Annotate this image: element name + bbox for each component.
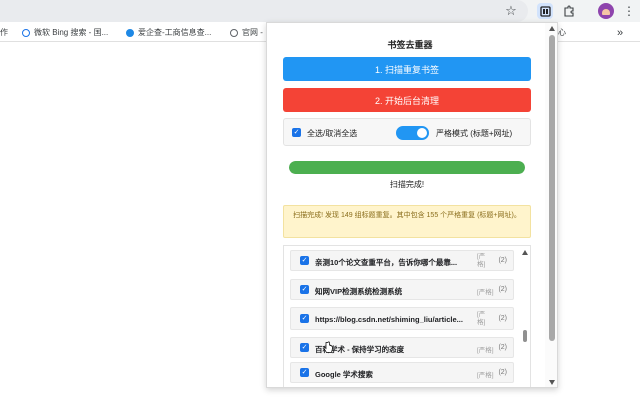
popup-title: 书签去重器 [387, 40, 433, 50]
strict-mode-label: 严格模式 (标题+网址) [436, 129, 513, 138]
item-title: 知网VIP检测系统检测系统 [315, 287, 403, 296]
item-title: Google 学术搜索 [315, 370, 373, 379]
screen: ☆ ⋮ 作 微软 Bing 搜索 - 国... 爱企查-工商信息查... 官网 … [0, 0, 640, 400]
bookmark-label: 官网 - [242, 28, 263, 37]
search-icon [22, 28, 30, 37]
scan-progress-bar [289, 161, 525, 174]
list-item[interactable]: ✓ 亲测10个论文查重平台，告诉你哪个最靠... [严格] (2) [290, 250, 514, 271]
item-strict-tag: [严格] [477, 253, 486, 268]
browser-toolbar: ☆ ⋮ [0, 0, 640, 22]
start-cleanup-button[interactable]: 2. 开始后台清理 [283, 88, 531, 112]
bookmark-item-bing[interactable]: 微软 Bing 搜索 - 国... [22, 26, 108, 39]
item-title: 百科学术 - 保持学习的态度 [315, 345, 405, 354]
popup-scrollbar[interactable] [545, 23, 557, 387]
item-strict-tag: [严格] [477, 372, 494, 379]
item-count: (2) [498, 286, 507, 293]
scan-duplicates-button[interactable]: 1. 扫描重复书签 [283, 57, 531, 81]
bookmark-item-official[interactable]: 官网 - [230, 26, 263, 39]
item-checkbox[interactable]: ✓ [300, 256, 309, 265]
scroll-down-arrow-icon[interactable] [549, 380, 555, 385]
list-item[interactable]: ✓ Google 学术搜索 [严格] (2) [290, 362, 514, 383]
profile-avatar[interactable] [598, 3, 614, 19]
bookmark-item[interactable]: 作 [0, 26, 8, 39]
extension-popup: 书签去重器 1. 扫描重复书签 2. 开始后台清理 ✓ 全选/取消全选 严格模式… [266, 22, 558, 388]
item-checkbox[interactable]: ✓ [300, 343, 309, 352]
bookmark-label: 微软 Bing 搜索 - 国... [34, 28, 109, 37]
scroll-up-arrow-icon[interactable] [522, 250, 528, 255]
toggle-knob [417, 128, 427, 138]
item-checkbox[interactable]: ✓ [300, 285, 309, 294]
scan-status-text: 扫描完成! [389, 180, 425, 189]
star-icon[interactable]: ☆ [503, 3, 519, 19]
select-all-checkbox[interactable]: ✓ [292, 128, 301, 137]
list-item[interactable]: ✓ 知网VIP检测系统检测系统 [严格] (2) [290, 279, 514, 300]
item-title: 亲测10个论文查重平台，告诉你哪个最靠... [315, 258, 458, 267]
scroll-up-arrow-icon[interactable] [549, 26, 555, 31]
item-count: (2) [498, 369, 507, 376]
options-panel: ✓ 全选/取消全选 严格模式 (标题+网址) [283, 118, 531, 146]
popup-scroll-thumb[interactable] [549, 35, 555, 341]
item-count: (2) [498, 257, 507, 264]
more-bookmarks-button[interactable]: » [617, 26, 623, 39]
list-scrollbar[interactable] [520, 246, 530, 387]
item-count: (2) [498, 344, 507, 351]
select-all-label: 全选/取消全选 [307, 129, 358, 138]
list-item[interactable]: ✓ https://blog.csdn.net/shiming_liu/arti… [290, 307, 514, 330]
item-count: (2) [498, 315, 507, 322]
hand-cursor-icon [323, 341, 333, 353]
qcc-icon [126, 28, 134, 37]
item-strict-tag: [严格] [477, 347, 494, 354]
bookmark-dedupe-extension-icon[interactable] [537, 3, 553, 19]
bookmark-item-qcc[interactable]: 爱企查-工商信息查... [126, 26, 211, 39]
item-strict-tag: [严格] [477, 289, 494, 296]
scan-result-notice: 扫描完成! 发现 149 组标题重复。其中包含 155 个严格重复 (标题+网址… [283, 205, 531, 238]
bookmark-label: 爱企查-工商信息查... [138, 28, 212, 37]
address-bar[interactable] [0, 0, 528, 22]
progress-fill [289, 161, 525, 174]
item-checkbox[interactable]: ✓ [300, 368, 309, 377]
item-strict-tag: [严格] [477, 311, 486, 326]
extensions-puzzle-icon[interactable] [561, 3, 577, 19]
item-checkbox[interactable]: ✓ [300, 314, 309, 323]
bookmark-label: 作 [0, 28, 8, 37]
bookmark-item[interactable]: 心 [558, 26, 566, 39]
chevron-double-right-icon: » [617, 26, 624, 39]
list-scroll-thumb[interactable] [523, 330, 527, 342]
bookmark-label: 心 [558, 28, 566, 37]
strict-mode-toggle[interactable] [396, 126, 429, 140]
duplicate-list[interactable]: ✓ 亲测10个论文查重平台，告诉你哪个最靠... [严格] (2) ✓ 知网VI… [283, 245, 531, 387]
item-title: https://blog.csdn.net/shiming_liu/articl… [315, 315, 463, 324]
globe-icon [230, 28, 238, 37]
kebab-menu-icon[interactable]: ⋮ [621, 3, 637, 19]
